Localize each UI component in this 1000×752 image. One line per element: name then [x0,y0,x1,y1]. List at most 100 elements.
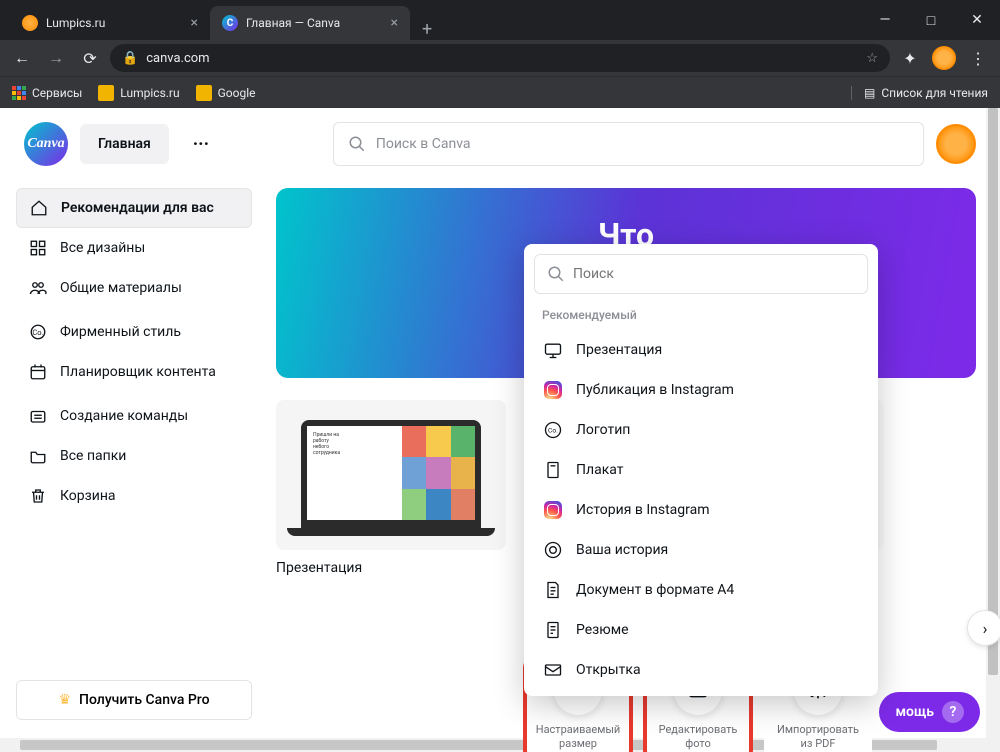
brand-icon: Co. [28,322,48,342]
address-bar[interactable]: 🔒 canva.com ☆ [110,44,890,72]
template-card-presentation[interactable]: Пришли наработунебогосотрудника Презента… [276,400,506,576]
bookmark-lumpics[interactable]: Lumpics.ru [98,85,179,101]
bookmark-label: Сервисы [32,86,82,100]
sidebar-item-team[interactable]: Создание команды [16,396,252,436]
action-label: Импортироватьиз PDF [777,723,859,752]
user-avatar[interactable] [936,124,976,164]
trash-icon [28,486,48,506]
document-icon [542,579,564,601]
popup-item-postcard[interactable]: Открытка [524,650,878,690]
shared-icon [28,278,48,298]
nav-reload[interactable]: ⟳ [76,44,104,72]
popup-item-logo[interactable]: Co. Логотип [524,410,878,450]
sidebar-item-label: Фирменный стиль [60,324,181,340]
apps-grid-icon [12,86,26,100]
favicon-canva-icon: C [222,15,238,31]
extensions-icon[interactable]: ✦ [896,44,924,72]
pro-label: Получить Canva Pro [79,692,210,708]
sidebar-item-label: Планировщик контента [60,364,216,380]
search-icon [348,135,366,153]
popup-item-resume[interactable]: Резюме [524,610,878,650]
home-button[interactable]: Главная [80,124,169,164]
folder-icon [28,446,48,466]
grid-icon [28,238,48,258]
popup-item-instagram-post[interactable]: Публикация в Instagram [524,370,878,410]
close-icon[interactable]: × [391,15,398,31]
crown-icon: ♛ [58,692,71,708]
search-popup: Рекомендуемый Презентация Публикация в I… [524,244,878,696]
bookmark-google[interactable]: Google [196,85,256,101]
story-icon [542,539,564,561]
team-icon [28,406,48,426]
sidebar-item-trash[interactable]: Корзина [16,476,252,516]
help-label: мощь [895,704,934,720]
folder-icon [196,85,212,101]
home-button-label: Главная [98,136,151,152]
action-label: Настраиваемыйразмер [536,723,621,752]
search-placeholder: Поиск в Canva [376,136,471,152]
new-tab-button[interactable]: + [410,19,444,40]
poster-icon [542,459,564,481]
instagram-icon [542,379,564,401]
popup-item-label: Плакат [576,462,624,478]
popup-item-label: История в Instagram [576,502,710,518]
get-pro-button[interactable]: ♛ Получить Canva Pro [16,680,252,720]
sidebar-item-brand[interactable]: Co. Фирменный стиль [16,312,252,352]
header-search[interactable]: Поиск в Canva [333,122,924,166]
popup-item-label: Логотип [576,422,630,438]
popup-item-instagram-story[interactable]: История в Instagram [524,490,878,530]
window-close[interactable]: ✕ [954,3,1000,37]
template-label: Презентация [276,560,506,576]
profile-avatar[interactable] [930,44,958,72]
sidebar-item-shared[interactable]: Общие материалы [16,268,252,308]
window-maximize[interactable]: □ [908,3,954,37]
sidebar-item-all-designs[interactable]: Все дизайны [16,228,252,268]
svg-text:Co.: Co. [548,427,558,435]
tab-title: Главная — Canva [246,16,340,30]
popup-search[interactable] [534,254,868,294]
help-button[interactable]: мощь ? [879,692,980,732]
sidebar-item-planner[interactable]: Планировщик контента [16,352,252,392]
logo-icon: Co. [542,419,564,441]
popup-item-presentation[interactable]: Презентация [524,330,878,370]
popup-search-input[interactable] [573,266,855,282]
popup-item-label: Публикация в Instagram [576,382,734,398]
favicon-orange-icon [22,15,38,31]
sidebar: Рекомендации для вас Все дизайны Общие м… [0,180,268,752]
sidebar-item-label: Все дизайны [60,240,145,256]
svg-text:Co.: Co. [32,328,43,337]
popup-item-a4-doc[interactable]: Документ в формате А4 [524,570,878,610]
canva-logo[interactable]: Canva [24,122,68,166]
sidebar-item-folders[interactable]: Все папки [16,436,252,476]
nav-back[interactable]: ← [8,44,36,72]
popup-item-poster[interactable]: Плакат [524,450,878,490]
sidebar-item-label: Создание команды [60,408,188,424]
bookmark-apps[interactable]: Сервисы [12,86,82,100]
sidebar-item-recommendations[interactable]: Рекомендации для вас [16,188,252,228]
resume-icon [542,619,564,641]
question-icon: ? [942,701,964,723]
lock-icon: 🔒 [122,51,138,66]
home-icon [29,198,49,218]
popup-item-label: Ваша история [576,542,668,558]
popup-item-your-story[interactable]: Ваша история [524,530,878,570]
laptop-mockup: Пришли наработунебогосотрудника [301,420,481,530]
reading-list[interactable]: ▤ Список для чтения [851,86,988,100]
header-more-button[interactable]: ··· [181,124,221,164]
window-minimize[interactable]: — [862,3,908,37]
action-label: Редактироватьфото [659,723,738,752]
popup-item-label: Открытка [576,662,641,678]
close-icon[interactable]: × [191,15,198,31]
browser-tabs: Lumpics.ru × C Главная — Canva × + [0,0,862,40]
browser-menu[interactable]: ⋮ [964,44,992,72]
popup-item-label: Презентация [576,342,662,358]
sidebar-item-label: Общие материалы [60,280,182,296]
browser-tab-lumpics[interactable]: Lumpics.ru × [10,6,210,40]
bookmark-star-icon[interactable]: ☆ [866,51,878,66]
reading-list-label: Список для чтения [881,86,988,100]
browser-tab-canva[interactable]: C Главная — Canva × [210,6,410,40]
popup-section-title: Рекомендуемый [524,294,878,330]
popup-item-label: Документ в формате А4 [576,582,734,598]
carousel-next-button[interactable]: › [967,610,1000,646]
bookmark-label: Lumpics.ru [120,86,179,100]
